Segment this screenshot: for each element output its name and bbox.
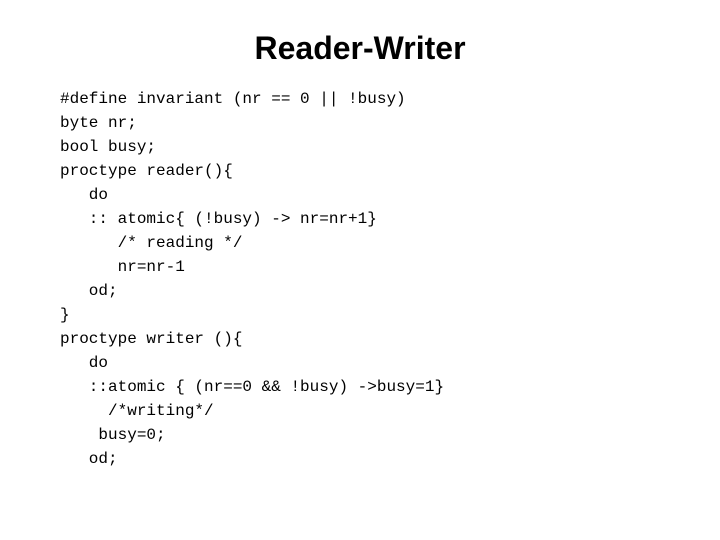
code-content: #define invariant (nr == 0 || !busy) byt…	[60, 87, 444, 471]
page-title: Reader-Writer	[254, 30, 465, 67]
